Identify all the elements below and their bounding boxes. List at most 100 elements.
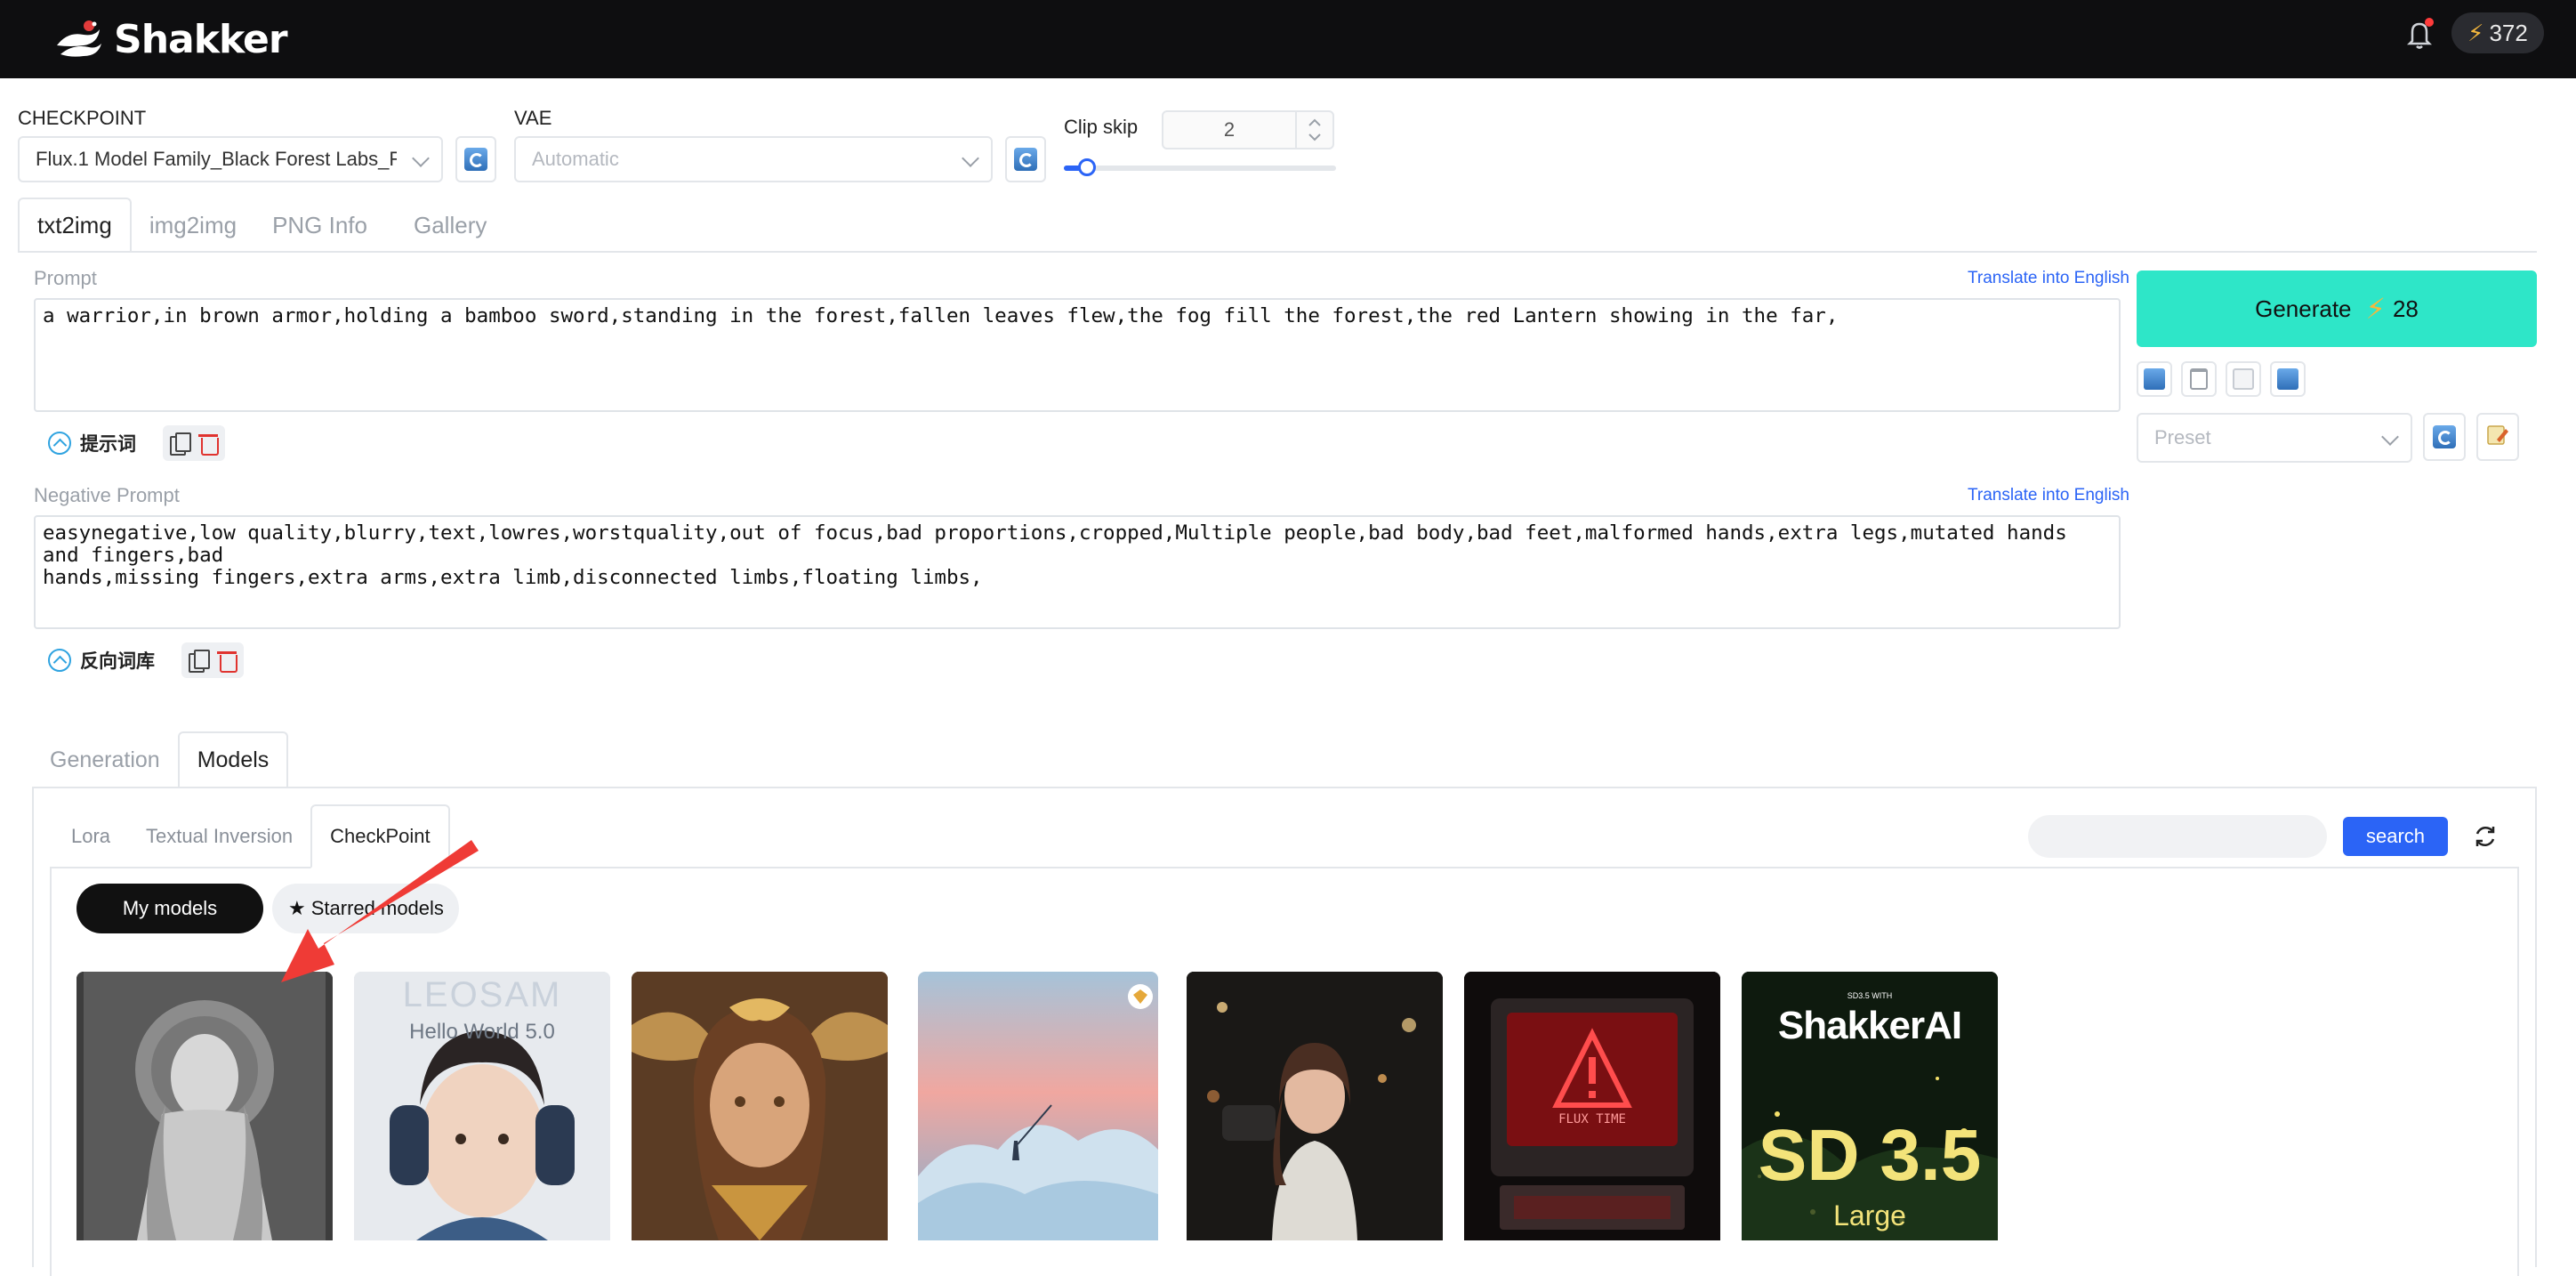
preset-placeholder: Preset [2154,426,2211,448]
prompt-actions [163,425,225,461]
style-apply-button[interactable] [2226,361,2261,397]
preset-edit-button[interactable] [2476,413,2519,461]
card-title: LEOSAM [402,975,562,1014]
tab-txt2img[interactable]: txt2img [18,198,132,253]
generate-label: Generate [2255,295,2352,322]
notification-bell-icon[interactable] [2402,16,2437,52]
card-subtitle: Hello World 5.0 [409,1020,555,1044]
collapse-up-icon[interactable] [48,432,71,455]
model-thumbnail [76,972,333,1240]
trash-gray-icon [2190,368,2208,390]
prompt-label: Prompt [34,267,97,289]
card-variant: Large [1833,1199,1906,1232]
card-badge: SD3.5 WITH [1847,991,1893,1000]
preset-refresh-button[interactable] [2423,413,2466,461]
card-title: ShakkerAI [1777,1004,1962,1047]
copy-icon[interactable] [189,650,210,673]
trash-icon[interactable] [217,650,237,673]
clip-skip-label: Clip skip [1064,116,1139,138]
spinner-arrows-icon[interactable] [1295,112,1332,148]
chevron-down-icon [962,149,979,167]
trash-button[interactable] [2181,361,2217,397]
model-card[interactable] [632,972,888,1240]
model-thumbnail [632,972,888,1240]
clip-skip-slider[interactable] [1064,158,1336,176]
tab-checkpoint[interactable]: CheckPoint [310,804,450,868]
mode-tabs: txt2img img2img PNG Info Gallery [18,198,504,253]
vae-label: VAE [514,107,552,129]
slider-handle[interactable] [1078,158,1096,176]
my-models-button[interactable]: My models [76,884,263,933]
prompt-translate-link[interactable]: Translate into English [1968,269,2129,288]
clipboard-icon [2233,368,2254,390]
negative-actions [181,642,244,678]
shakker-logo[interactable]: Shakker [53,12,288,66]
model-type-tabs: Lora Textual Inversion CheckPoint [53,804,450,868]
clip-skip-value: 2 [1223,118,1236,141]
clip-skip-input[interactable]: 2 [1162,110,1334,149]
negative-prompt-label: Negative Prompt [34,484,180,506]
lightning-icon: ⚡ [2365,293,2386,325]
starred-models-label: Starred models [310,897,444,919]
prompt-textarea[interactable]: a warrior,in brown armor,holding a bambo… [34,298,2121,412]
chevron-down-icon [412,149,430,167]
negative-tool-label[interactable]: 反向词库 [80,647,155,674]
model-search-input[interactable] [2028,815,2327,858]
credits-count: 372 [2489,19,2528,46]
copy-icon[interactable] [170,432,191,456]
search-button[interactable]: search [2343,817,2448,856]
checkpoint-value: Flux.1 Model Family_Black Forest Labs_FL… [36,148,397,170]
lightning-icon: ⚡ [2467,19,2484,46]
prompt-tool-label[interactable]: 提示词 [80,430,136,456]
starred-models-button[interactable]: ★ Starred models [272,884,459,933]
model-card[interactable] [1187,972,1443,1240]
card-subtitle: SD 3.5 [1758,1115,1982,1196]
trash-icon[interactable] [198,432,219,456]
model-card[interactable] [76,972,333,1240]
negative-toolbar: 反向词库 [48,641,244,680]
model-thumbnail [1187,972,1443,1240]
top-navbar: Shakker ⚡ 372 [0,0,2576,78]
generate-cost: 28 [2392,295,2419,322]
model-thumbnail [918,972,1158,1240]
refresh-icon[interactable] [2471,822,2500,851]
negative-translate-link[interactable]: Translate into English [1968,486,2129,505]
arrow-in-icon [2144,368,2165,390]
refresh-icon [2433,425,2456,448]
credits-badge[interactable]: ⚡ 372 [2451,12,2544,53]
negative-prompt-textarea[interactable]: easynegative,low quality,blurry,text,low… [34,515,2121,629]
logo-icon [53,19,105,60]
chevron-down-icon [2381,428,2399,446]
model-card[interactable] [918,972,1158,1240]
tab-generation[interactable]: Generation [32,731,178,788]
checkpoint-label: CHECKPOINT [18,107,147,129]
vae-refresh-button[interactable] [1005,136,1046,182]
star-icon: ★ [288,897,306,919]
tab-png-info[interactable]: PNG Info [254,198,385,253]
generate-button[interactable]: Generate ⚡ 28 [2137,271,2537,347]
undo-button[interactable] [2270,361,2306,397]
tab-textual-inversion[interactable]: Textual Inversion [128,804,310,868]
tab-gallery[interactable]: Gallery [385,198,504,253]
collapse-up-icon[interactable] [48,649,71,672]
checkpoint-refresh-button[interactable] [455,136,496,182]
prompt-toolbar: 提示词 [48,424,225,463]
model-thumbnail [1464,972,1720,1240]
model-card[interactable]: FLUX TIME [1464,972,1720,1240]
model-card[interactable]: SD3.5 WITH ShakkerAI SD 3.5 Large [1742,972,1998,1240]
refresh-icon [464,148,487,171]
checkpoint-select[interactable]: Flux.1 Model Family_Black Forest Labs_FL… [18,136,443,182]
arrow-in-icon-button[interactable] [2137,361,2172,397]
tab-lora[interactable]: Lora [53,804,128,868]
model-card[interactable]: LEOSAM Hello World 5.0 [354,972,610,1240]
tab-models[interactable]: Models [177,731,289,788]
refresh-icon [1014,148,1037,171]
card-title: FLUX TIME [1558,1112,1626,1127]
vae-select[interactable]: Automatic [514,136,993,182]
tab-img2img[interactable]: img2img [132,198,254,253]
edit-note-icon [2486,424,2509,451]
preset-select[interactable]: Preset [2137,413,2412,463]
brand-name: Shakker [114,16,288,62]
undo-icon [2277,368,2298,390]
notification-dot [2425,18,2434,27]
